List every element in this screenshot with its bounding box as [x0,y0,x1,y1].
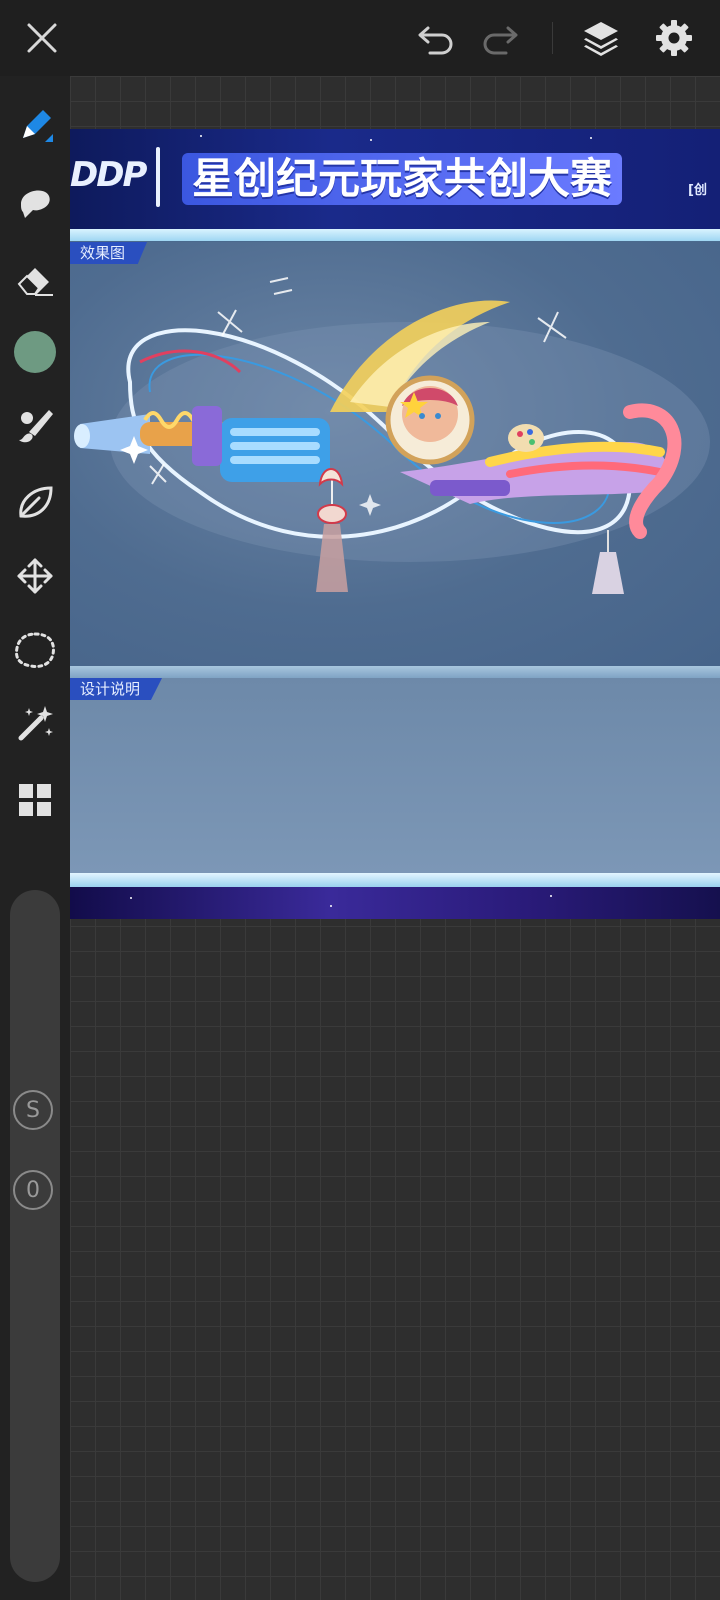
banner-divider [70,229,720,241]
banner-tag: [创 [688,183,707,198]
artwork-canvas[interactable]: DDP 星创纪元玩家共创大赛 [创 效果图 设计说明 [70,129,720,919]
grid-icon [19,784,51,816]
undo-button[interactable] [412,14,460,62]
color-picker[interactable] [11,328,59,376]
leaf-icon [19,486,53,518]
redo-button[interactable] [476,14,524,62]
magic-wand-icon [18,706,53,741]
artwork-banner: DDP 星创纪元玩家共创大赛 [创 [70,129,720,229]
liquify-tool[interactable] [11,478,59,526]
close-button[interactable] [18,14,66,62]
transform-tool[interactable] [11,552,59,600]
opacity-slider[interactable]: 0 [10,1170,60,1582]
color-swatch [14,331,56,373]
gallery-grid-tool[interactable] [11,776,59,824]
brush-size-knob[interactable]: S [13,1090,53,1130]
banner-title: 星创纪元玩家共创大赛 [182,153,623,205]
section-label-description: 设计说明 [70,678,163,700]
smudge-icon [21,190,50,218]
redo-icon [483,26,518,55]
brush-tool[interactable] [11,102,59,150]
banner-logo: DDP [70,155,147,195]
magic-wand-tool[interactable] [11,700,59,748]
top-toolbar [0,0,720,76]
close-icon [27,23,57,53]
undo-icon [418,26,453,55]
toolbar-divider [552,22,553,54]
left-toolbar: S 0 [0,76,70,1600]
settings-button[interactable] [650,14,698,62]
layers-button[interactable] [577,14,625,62]
paintbrush-icon [19,410,53,443]
opacity-knob[interactable]: 0 [13,1170,53,1210]
settings-icon [656,20,692,56]
effect-panel: 效果图 [70,242,720,666]
panel-divider [70,666,720,678]
paint-tool[interactable] [11,402,59,450]
brush-icon [23,110,53,142]
smudge-tool[interactable] [11,178,59,226]
transform-icon [17,558,53,594]
lasso-tool[interactable] [11,626,59,674]
weapon-illustration [74,277,710,594]
eraser-tool[interactable] [11,254,59,302]
bottom-band [70,873,720,887]
bottom-space-strip [70,887,720,919]
layers-icon [584,22,618,56]
lasso-icon [15,632,55,668]
eraser-icon [17,268,53,296]
banner-separator [156,147,160,207]
description-panel: 设计说明 [70,678,720,873]
